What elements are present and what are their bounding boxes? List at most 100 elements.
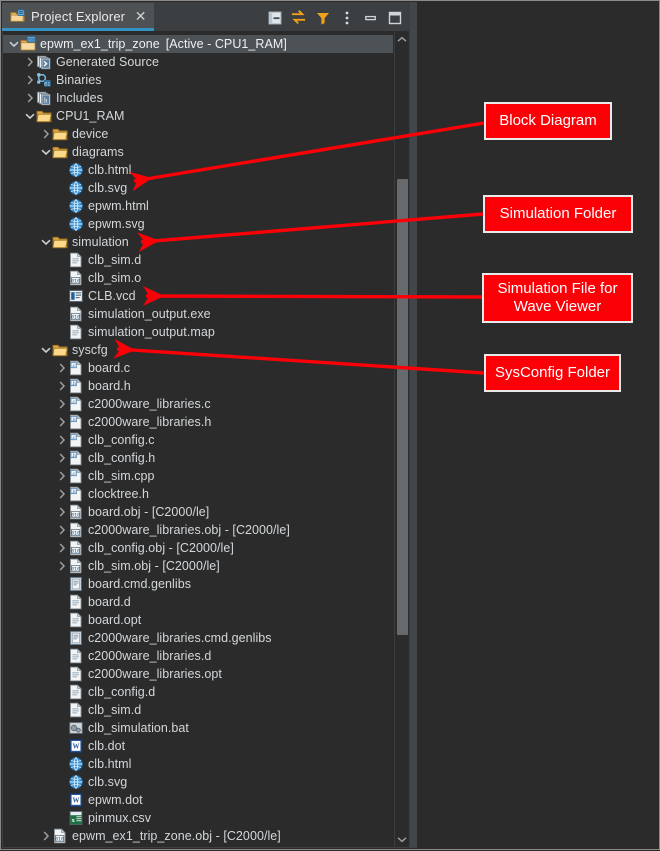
scroll-down-icon[interactable] [395, 832, 409, 846]
chevron-right-icon[interactable] [55, 431, 68, 449]
chevron-right-icon[interactable] [39, 125, 52, 143]
chevron-right-icon[interactable] [23, 89, 36, 107]
tree-row[interactable]: device [3, 125, 393, 143]
csv-file-icon: x [68, 810, 84, 826]
tree-row[interactable]: board.cmd.genlibs [3, 575, 393, 593]
tab-project-explorer[interactable]: Project Explorer ✕ [2, 2, 155, 31]
tree-row[interactable]: .c board.c [3, 359, 393, 377]
twisty-placeholder [55, 575, 68, 593]
tree-row[interactable]: 010 simulation_output.exe [3, 305, 393, 323]
tree-row[interactable]: clb.html [3, 161, 393, 179]
c-source-icon: .c [68, 360, 84, 376]
tree-vertical-scrollbar[interactable] [394, 31, 409, 847]
tree-row[interactable]: clb.svg [3, 179, 393, 197]
binary-file-icon: 010 [52, 828, 68, 844]
tree-row[interactable]: c2000ware_libraries.d [3, 647, 393, 665]
tree-row[interactable]: .h clocktree.h [3, 485, 393, 503]
tree-row[interactable]: .h c2000ware_libraries.h [3, 413, 393, 431]
twisty-placeholder [55, 215, 68, 233]
close-icon[interactable]: ✕ [134, 10, 147, 24]
tree-row[interactable]: board.d [3, 593, 393, 611]
tree-row[interactable]: CPU1_RAM [3, 107, 393, 125]
project-tree[interactable]: ccs epwm_ex1_trip_zone [Active - CPU1_RAM]… [3, 35, 393, 845]
tree-row[interactable]: board.opt [3, 611, 393, 629]
tree-row[interactable]: Wclb.dot [3, 737, 393, 755]
tree-row-label: device [72, 127, 109, 141]
tree-row[interactable]: clb.svg [3, 773, 393, 791]
chevron-right-icon[interactable] [55, 377, 68, 395]
chevron-right-icon[interactable] [55, 539, 68, 557]
tree-row[interactable]: 010 epwm_ex1_trip_zone.obj - [C2000/le] [3, 827, 393, 845]
globe-html-icon [68, 774, 84, 790]
chevron-right-icon[interactable] [55, 467, 68, 485]
tree-row[interactable]: clb_config.d [3, 683, 393, 701]
scroll-up-icon[interactable] [395, 32, 409, 46]
tree-row[interactable]: syscfg [3, 341, 393, 359]
tree-row[interactable]: simulation_output.map [3, 323, 393, 341]
svg-text:W: W [73, 797, 80, 805]
tree-row[interactable]: diagrams [3, 143, 393, 161]
tree-row[interactable]: CLB.vcd [3, 287, 393, 305]
tree-row[interactable]: clb_sim.d [3, 701, 393, 719]
tree-row-label: c2000ware_libraries.obj - [C2000/le] [88, 523, 290, 537]
link-with-editor-button[interactable] [289, 8, 308, 27]
chevron-right-icon[interactable] [55, 521, 68, 539]
minimize-button[interactable] [361, 8, 380, 27]
c-source-icon: .c [68, 432, 84, 448]
tree-row[interactable]: Wepwm.dot [3, 791, 393, 809]
tree-row-label: c2000ware_libraries.d [88, 649, 212, 663]
chevron-right-icon[interactable] [55, 395, 68, 413]
tree-row[interactable]: 01 Binaries [3, 71, 393, 89]
c-source-icon: .c [68, 396, 84, 412]
tree-row[interactable]: simulation [3, 233, 393, 251]
chevron-down-icon[interactable] [7, 35, 20, 53]
tree-row[interactable]: 010 clb_sim.obj - [C2000/le] [3, 557, 393, 575]
tree-row-label: board.h [88, 379, 131, 393]
view-menu-button[interactable] [337, 8, 356, 27]
collapse-all-button[interactable] [265, 8, 284, 27]
chevron-right-icon[interactable] [55, 557, 68, 575]
tree-row[interactable]: 010 c2000ware_libraries.obj - [C2000/le] [3, 521, 393, 539]
tree-row[interactable]: c2000ware_libraries.opt [3, 665, 393, 683]
filter-button[interactable] [313, 8, 332, 27]
scrollbar-thumb[interactable] [397, 179, 408, 635]
pane-divider[interactable] [410, 2, 417, 848]
tree-row[interactable]: Generated Source [3, 53, 393, 71]
tree-row[interactable]: .c c2000ware_libraries.c [3, 395, 393, 413]
chevron-down-icon[interactable] [39, 341, 52, 359]
tree-row[interactable]: clb_simulation.bat [3, 719, 393, 737]
tree-row[interactable]: .h board.h [3, 377, 393, 395]
tree-row[interactable]: clb.html [3, 755, 393, 773]
tree-row[interactable]: epwm.html [3, 197, 393, 215]
tree-row[interactable]: ccs epwm_ex1_trip_zone [Active - CPU1_RAM] [3, 35, 393, 53]
twisty-placeholder [55, 305, 68, 323]
chevron-down-icon[interactable] [23, 107, 36, 125]
ccs-project-icon: ccs [20, 36, 36, 52]
chevron-right-icon[interactable] [39, 827, 52, 845]
tree-row[interactable]: x pinmux.csv [3, 809, 393, 827]
chevron-right-icon[interactable] [23, 71, 36, 89]
chevron-down-icon[interactable] [39, 143, 52, 161]
tree-row[interactable]: h Includes [3, 89, 393, 107]
text-file-icon [68, 324, 84, 340]
chevron-right-icon[interactable] [23, 53, 36, 71]
maximize-button[interactable] [385, 8, 404, 27]
chevron-right-icon[interactable] [55, 449, 68, 467]
tree-row[interactable]: c2000ware_libraries.cmd.genlibs [3, 629, 393, 647]
chevron-right-icon[interactable] [55, 485, 68, 503]
chevron-down-icon[interactable] [39, 233, 52, 251]
tree-row[interactable]: 010 clb_config.obj - [C2000/le] [3, 539, 393, 557]
tree-row[interactable]: .c clb_config.c [3, 431, 393, 449]
chevron-right-icon[interactable] [55, 413, 68, 431]
tree-row-label: simulation_output.map [88, 325, 215, 339]
tree-row[interactable]: 010 clb_sim.o [3, 269, 393, 287]
chevron-right-icon[interactable] [55, 503, 68, 521]
tree-row[interactable]: .c clb_sim.cpp [3, 467, 393, 485]
tree-row-label: clb_sim.o [88, 271, 142, 285]
tree-row[interactable]: clb_sim.d [3, 251, 393, 269]
chevron-right-icon[interactable] [55, 359, 68, 377]
tree-row[interactable]: 010 board.obj - [C2000/le] [3, 503, 393, 521]
twisty-placeholder [55, 737, 68, 755]
tree-row[interactable]: epwm.svg [3, 215, 393, 233]
tree-row[interactable]: .h clb_config.h [3, 449, 393, 467]
